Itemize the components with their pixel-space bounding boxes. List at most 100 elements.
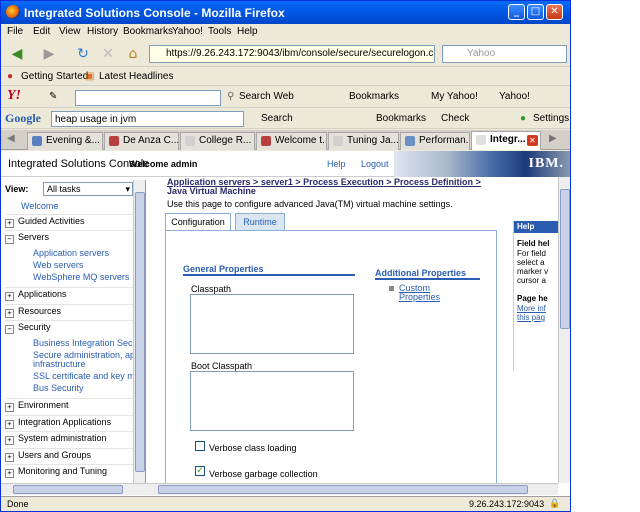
nav-category-integration-applications[interactable]: + Integration Applications: [5, 415, 133, 429]
boot-classpath-textarea[interactable]: [190, 371, 354, 431]
menu-help[interactable]: Help: [237, 26, 258, 37]
breadcrumb-server1[interactable]: server1: [261, 177, 293, 187]
browser-tab[interactable]: Welcome t...: [256, 132, 327, 150]
my-yahoo-button[interactable]: My Yahoo!: [431, 91, 478, 102]
menu-bar: File Edit View History Bookmarks Yahoo! …: [1, 24, 570, 41]
breadcrumb-process-execution[interactable]: Process Execution: [303, 177, 384, 187]
menu-bookmarks[interactable]: Bookmarks: [123, 26, 173, 37]
google-bookmarks-button[interactable]: Bookmarks: [376, 113, 426, 124]
view-select[interactable]: All tasks ▾: [43, 182, 133, 196]
expand-icon: +: [5, 469, 14, 478]
lock-icon[interactable]: 🔒: [549, 498, 560, 509]
close-button[interactable]: ✕: [546, 4, 563, 20]
help-text-line: marker v: [517, 267, 549, 276]
nav-category-applications[interactable]: + Applications: [5, 287, 133, 301]
nav-link-application-servers[interactable]: Application servers: [33, 248, 109, 258]
stop-icon[interactable]: ✕: [98, 45, 118, 63]
help-this-page-link[interactable]: this pag: [517, 313, 545, 322]
google-search-button[interactable]: Search: [261, 113, 293, 124]
url-bar[interactable]: https://9.26.243.172:9043/ibm/console/se…: [149, 45, 435, 63]
logout-link[interactable]: Logout: [361, 159, 389, 169]
menu-edit[interactable]: Edit: [33, 26, 50, 37]
browser-tab[interactable]: Performan...: [400, 132, 470, 150]
search-input[interactable]: Yahoo: [442, 45, 567, 63]
yahoo-button[interactable]: Yahoo!: [499, 91, 530, 102]
latest-headlines-link[interactable]: Latest Headlines: [99, 71, 174, 82]
nav-link-business-integration-security[interactable]: Business Integration Secur: [33, 338, 141, 348]
google-check-button[interactable]: Check: [441, 113, 469, 124]
reload-icon[interactable]: ↻: [73, 45, 93, 63]
nav-link-ssl-certificates[interactable]: SSL certificate and key mar: [33, 371, 143, 381]
browser-tab[interactable]: Evening &...: [27, 132, 103, 150]
help-more-info-link[interactable]: More inf: [517, 304, 546, 313]
menu-view[interactable]: View: [59, 26, 81, 37]
nav-scrollbar[interactable]: [133, 180, 145, 486]
google-toolbar-items: Search Bookmarks Check ● Settings: [1, 109, 570, 129]
nav-category-environment[interactable]: + Environment: [5, 398, 133, 412]
expand-icon: +: [5, 420, 14, 429]
window-title: Integrated Solutions Console - Mozilla F…: [24, 6, 285, 20]
help-text-line: cursor a: [517, 276, 546, 285]
nav-link-web-servers[interactable]: Web servers: [33, 260, 83, 270]
tab-scroll-right-icon[interactable]: ▶: [549, 133, 557, 144]
nav-link-secure-administration-cont[interactable]: infrastructure: [33, 359, 86, 369]
page-help-heading: Page he: [517, 294, 548, 303]
status-host: 9.26.243.172:9043: [469, 499, 545, 509]
browser-tab[interactable]: Tuning Ja...: [328, 132, 399, 150]
yahoo-search-web-button[interactable]: Search Web: [239, 91, 294, 102]
tab-configuration[interactable]: Configuration: [165, 213, 231, 230]
verbose-gc-label: Verbose garbage collection: [209, 469, 318, 479]
menu-yahoo[interactable]: Yahoo!: [172, 26, 203, 37]
tab-scroll-left-icon[interactable]: ◀: [7, 133, 15, 144]
nav-category-servers[interactable]: − Servers: [5, 230, 133, 244]
nav-scrollbar-thumb[interactable]: [135, 192, 145, 472]
expand-icon: +: [5, 403, 14, 412]
verbose-class-loading-checkbox[interactable]: [195, 441, 205, 451]
close-tab-icon[interactable]: ✕: [527, 135, 538, 146]
page-scrollbar[interactable]: [558, 177, 570, 483]
breadcrumb-process-definition[interactable]: Process Definition: [394, 177, 473, 187]
console-header: Integrated Solutions Console Welcome adm…: [1, 151, 570, 177]
nav-category-system-administration[interactable]: + System administration: [5, 431, 133, 445]
classpath-textarea[interactable]: [190, 294, 354, 354]
home-icon[interactable]: ⌂: [123, 45, 143, 63]
horizontal-scrollbar-thumb[interactable]: [158, 485, 528, 494]
nav-category-resources[interactable]: + Resources: [5, 304, 133, 318]
nav-horizontal-scrollbar-thumb[interactable]: [13, 485, 123, 494]
nav-link-websphere-mq-servers[interactable]: WebSphere MQ servers: [33, 272, 129, 282]
maximize-button[interactable]: □: [527, 4, 544, 20]
nav-category-monitoring-and-tuning[interactable]: + Monitoring and Tuning: [5, 464, 133, 478]
back-arrow-icon[interactable]: ◀: [7, 45, 27, 63]
nav-category-security[interactable]: − Security: [5, 320, 133, 334]
yahoo-bookmarks-button[interactable]: Bookmarks: [349, 91, 399, 102]
nav-category-users-and-groups[interactable]: + Users and Groups: [5, 448, 133, 462]
menu-file[interactable]: File: [7, 26, 23, 37]
menu-tools[interactable]: Tools: [208, 26, 231, 37]
expand-icon: +: [5, 453, 14, 462]
nav-welcome-link[interactable]: Welcome: [21, 201, 58, 211]
browser-tab[interactable]: College R...: [180, 132, 255, 150]
page-horizontal-scrollbar[interactable]: [146, 483, 558, 495]
main-panel: Application servers > server1 > Process …: [161, 177, 561, 486]
minimize-button[interactable]: _: [508, 4, 525, 20]
boot-classpath-label: Boot Classpath: [191, 361, 253, 371]
help-text-line: For field: [517, 249, 546, 258]
nav-category-guided-activities[interactable]: + Guided Activities: [5, 214, 133, 228]
verbose-gc-checkbox[interactable]: ✓: [195, 466, 205, 476]
navigation-tree: View: All tasks ▾ Welcome + Guided Activit…: [1, 180, 146, 486]
classpath-label: Classpath: [191, 284, 232, 294]
nav-horizontal-scrollbar[interactable]: [1, 483, 146, 495]
nav-link-bus-security[interactable]: Bus Security: [33, 383, 84, 393]
expand-icon: +: [5, 292, 14, 301]
browser-tab-active[interactable]: Integr... ✕: [471, 131, 541, 150]
page-scrollbar-thumb[interactable]: [560, 189, 570, 329]
page-content: Integrated Solutions Console Welcome adm…: [1, 151, 570, 496]
menu-history[interactable]: History: [87, 26, 118, 37]
help-link[interactable]: Help: [327, 159, 346, 169]
browser-tab[interactable]: De Anza C...: [104, 132, 179, 150]
getting-started-link[interactable]: Getting Started: [21, 71, 88, 82]
custom-properties-link-cont[interactable]: Properties: [399, 292, 440, 302]
forward-arrow-icon[interactable]: ▶: [39, 45, 59, 63]
tab-runtime[interactable]: Runtime: [235, 213, 285, 230]
google-settings-button[interactable]: Settings: [533, 113, 569, 124]
